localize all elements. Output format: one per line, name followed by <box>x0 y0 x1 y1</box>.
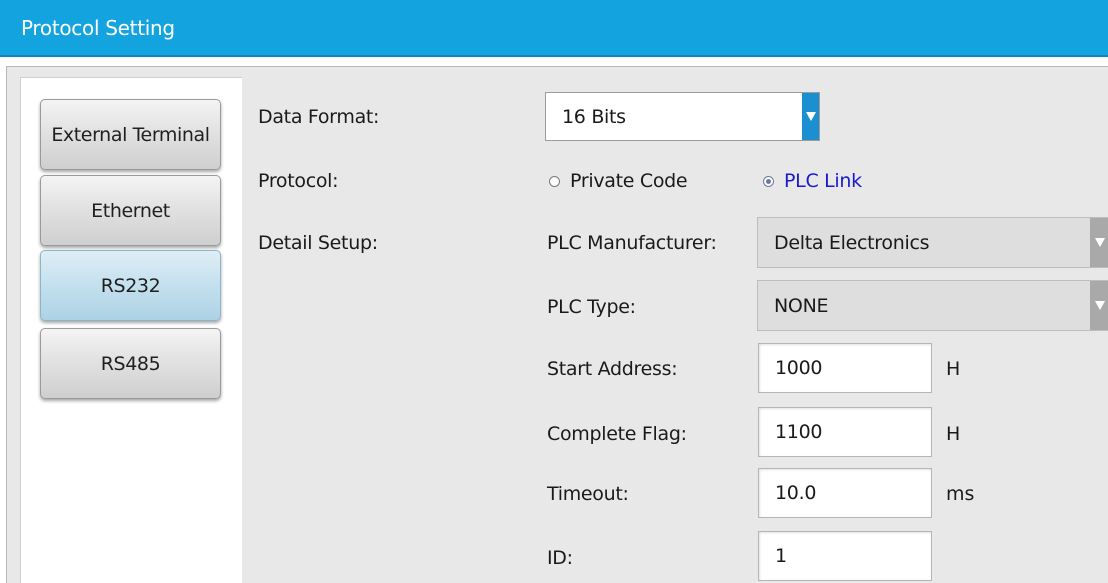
title-bar: Protocol Setting <box>0 0 1108 57</box>
plc-type-label: PLC Type: <box>547 296 636 318</box>
nav-ethernet-button[interactable]: Ethernet <box>40 175 221 246</box>
chevron-down-icon[interactable] <box>1090 218 1108 267</box>
protocol-label: Protocol: <box>258 170 339 192</box>
id-label: ID: <box>547 547 573 569</box>
start-address-input[interactable]: 1000 <box>758 343 932 393</box>
start-address-unit: H <box>946 358 961 380</box>
complete-flag-label: Complete Flag: <box>547 423 687 445</box>
radio-plc-link[interactable]: PLC Link <box>763 170 862 192</box>
timeout-label: Timeout: <box>547 483 629 505</box>
data-format-dropdown[interactable]: 16 Bits <box>545 92 820 141</box>
start-address-value: 1000 <box>775 357 823 379</box>
nav-rs232-label: RS232 <box>100 274 161 297</box>
chevron-down-icon[interactable] <box>1090 281 1108 330</box>
window-title: Protocol Setting <box>21 16 175 40</box>
start-address-label: Start Address: <box>547 358 678 380</box>
plc-manufacturer-label: PLC Manufacturer: <box>547 232 717 254</box>
radio-selected-icon[interactable] <box>763 175 774 187</box>
plc-manufacturer-dropdown[interactable]: Delta Electronics <box>757 217 1108 268</box>
data-format-value: 16 Bits <box>562 105 626 128</box>
data-format-label: Data Format: <box>258 106 380 128</box>
id-input[interactable]: 1 <box>758 531 932 581</box>
nav-external-terminal-button[interactable]: External Terminal <box>40 99 221 170</box>
detail-setup-label: Detail Setup: <box>258 232 378 254</box>
plc-type-value: NONE <box>774 294 829 317</box>
nav-rs485-button[interactable]: RS485 <box>40 328 221 399</box>
nav-rs232-button[interactable]: RS232 <box>40 250 221 321</box>
nav-external-terminal-label: External Terminal <box>51 123 210 146</box>
complete-flag-input[interactable]: 1100 <box>758 407 932 457</box>
radio-private-code-label: Private Code <box>570 170 688 192</box>
complete-flag-unit: H <box>946 423 961 445</box>
radio-private-code[interactable]: Private Code <box>549 170 688 192</box>
radio-unselected-icon[interactable] <box>549 175 560 187</box>
timeout-input[interactable]: 10.0 <box>758 468 932 518</box>
complete-flag-value: 1100 <box>775 421 823 443</box>
timeout-value: 10.0 <box>775 482 817 504</box>
plc-type-dropdown[interactable]: NONE <box>757 280 1108 331</box>
chevron-down-icon[interactable] <box>802 93 819 140</box>
radio-plc-link-label: PLC Link <box>784 170 862 192</box>
timeout-unit: ms <box>946 483 975 505</box>
nav-rs485-label: RS485 <box>100 352 161 375</box>
nav-ethernet-label: Ethernet <box>91 199 170 222</box>
id-value: 1 <box>775 545 787 567</box>
plc-manufacturer-value: Delta Electronics <box>774 231 930 254</box>
